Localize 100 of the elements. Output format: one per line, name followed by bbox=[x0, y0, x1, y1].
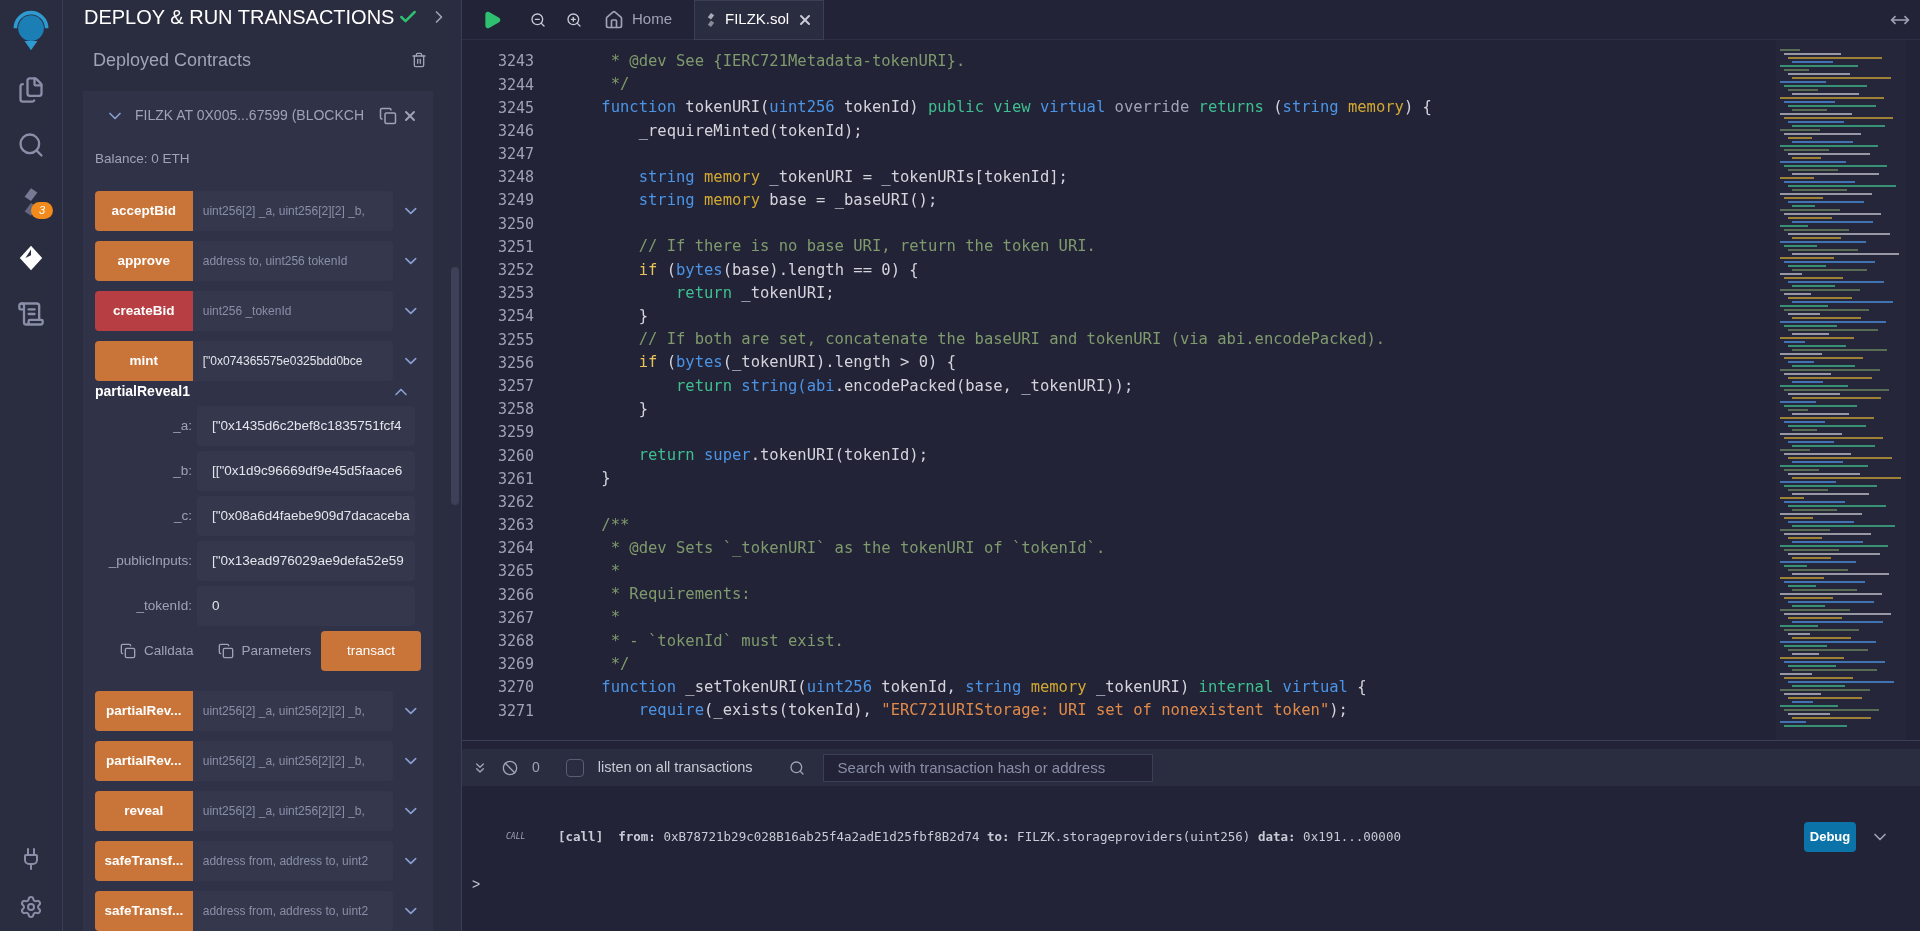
search-field[interactable]: Search with transaction hash or address bbox=[822, 753, 1153, 782]
line-number: 3264 bbox=[496, 538, 534, 560]
line-number: 3256 bbox=[496, 352, 534, 374]
search-icon[interactable] bbox=[17, 131, 45, 159]
code-line: * @dev See {IERC721Metadata-tokenURI}. bbox=[609, 50, 966, 72]
code-line: if (bytes(base).length == 0) { bbox=[637, 259, 919, 281]
zoom-in-icon[interactable] bbox=[566, 11, 582, 28]
code-line: string memory _tokenURI = _tokenURIs[tokenId]; bbox=[637, 166, 1068, 188]
file-explorer-icon[interactable] bbox=[17, 76, 45, 104]
run-icon[interactable] bbox=[482, 9, 502, 30]
line-number: 3252 bbox=[496, 260, 534, 282]
transact-button[interactable]: transact bbox=[321, 631, 421, 671]
function-button[interactable]: safeTransf... bbox=[95, 841, 193, 881]
argument-field[interactable]: uint256[2] _a, uint256[2][2] _b, bbox=[192, 791, 394, 831]
debug-button[interactable]: Debug bbox=[1804, 822, 1856, 852]
argument-field[interactable]: ["0x074365575e0325bdd0bce bbox=[192, 341, 394, 381]
scroll-icon[interactable] bbox=[17, 300, 45, 328]
home-icon bbox=[604, 9, 624, 30]
parameter-field[interactable]: 0 bbox=[197, 586, 415, 626]
line-number: 3254 bbox=[496, 306, 534, 328]
parameter-field[interactable]: ["0x08a6d4faebe909d7dacaceba bbox=[197, 496, 415, 536]
code-line: return super.tokenURI(tokenId); bbox=[637, 445, 928, 467]
balance-text: Balance: 0 ETH bbox=[95, 149, 191, 168]
code-line: /** bbox=[600, 514, 630, 536]
notification-badge: 3 bbox=[31, 202, 53, 219]
parameter-field[interactable]: ["0x13ead976029ae9defa52e59 bbox=[197, 541, 415, 581]
code-line: require(_exists(tokenId), "ERC721URIStorage: URI set of nonexistent token"); bbox=[637, 700, 1348, 722]
copy-icon[interactable] bbox=[217, 643, 234, 659]
code-line: string memory base = _baseURI(); bbox=[637, 190, 938, 212]
search-icon bbox=[788, 759, 805, 776]
function-button[interactable]: approve bbox=[95, 241, 193, 281]
line-number: 3250 bbox=[496, 213, 534, 235]
trash-icon[interactable] bbox=[411, 52, 427, 69]
clear-icon[interactable] bbox=[502, 759, 518, 776]
line-number: 3271 bbox=[496, 700, 534, 722]
parameter-field[interactable]: ["0x1435d6c2bef8c1835751fcf4 bbox=[197, 406, 415, 446]
copy-icon[interactable] bbox=[120, 643, 136, 659]
argument-field[interactable]: address from, address to, uint2 bbox=[192, 841, 394, 881]
listen-label: listen on all transactions bbox=[597, 757, 753, 777]
section-title: Deployed Contracts bbox=[93, 48, 252, 72]
code-line: * - `tokenId` must exist. bbox=[609, 630, 844, 652]
code-line: } bbox=[637, 398, 648, 420]
function-button[interactable]: partialRev... bbox=[95, 741, 193, 781]
parameter-label: _a: bbox=[172, 416, 193, 435]
transaction-count: 0 bbox=[532, 758, 540, 777]
line-number: 3259 bbox=[496, 422, 534, 444]
code-line: */ bbox=[609, 74, 630, 96]
contract-title: FILZK AT 0X005...67599 (BLOCKCH bbox=[135, 106, 365, 126]
argument-field[interactable]: uint256[2] _a, uint256[2][2] _b, bbox=[192, 691, 394, 731]
panel-title: DEPLOY & RUN TRANSACTIONS bbox=[84, 4, 395, 30]
parameter-field[interactable]: [["0x1d9c96669df9e45d5faace6 bbox=[197, 451, 415, 491]
calldata-link[interactable]: Calldata bbox=[144, 640, 194, 662]
line-number: 3263 bbox=[496, 515, 534, 537]
listen-checkbox[interactable] bbox=[565, 758, 584, 777]
argument-field[interactable]: uint256[2] _a, uint256[2][2] _b, bbox=[192, 191, 394, 231]
parameters-link[interactable]: Parameters bbox=[241, 640, 312, 662]
deploy-icon[interactable] bbox=[17, 244, 45, 272]
function-button[interactable]: createBid bbox=[95, 291, 193, 331]
function-button[interactable]: safeTransf... bbox=[95, 891, 193, 931]
code-line: // If there is no base URI, return the token URI. bbox=[637, 236, 1096, 258]
line-number: 3244 bbox=[496, 74, 534, 96]
line-number: 3260 bbox=[496, 445, 534, 467]
line-number: 3247 bbox=[496, 144, 534, 166]
copy-icon[interactable] bbox=[379, 106, 398, 125]
function-button[interactable]: partialRev... bbox=[95, 691, 193, 731]
parameter-label: _c: bbox=[172, 506, 193, 525]
function-name: partialReveal1 bbox=[95, 382, 190, 401]
parameter-label: _b: bbox=[172, 461, 193, 480]
line-number: 3248 bbox=[496, 167, 534, 189]
line-number: 3257 bbox=[496, 375, 534, 397]
editor-tab[interactable]: FILZK.sol bbox=[694, 0, 825, 40]
argument-field[interactable]: address from, address to, uint2 bbox=[192, 891, 394, 931]
code-line: return string(abi.encodePacked(base, _tokenURI)); bbox=[674, 375, 1134, 397]
argument-field[interactable]: uint256 _tokenId bbox=[192, 291, 394, 331]
function-button[interactable]: acceptBid bbox=[95, 191, 193, 231]
code-line: _requireMinted(tokenId); bbox=[637, 120, 863, 142]
line-number: 3266 bbox=[496, 584, 534, 606]
terminal-prompt: > bbox=[472, 875, 482, 894]
code-line: function _setTokenURI(uint256 tokenId, string memory _tokenURI) internal virtual { bbox=[600, 677, 1367, 699]
zoom-out-icon[interactable] bbox=[530, 11, 546, 28]
code-line: return _tokenURI; bbox=[674, 282, 835, 304]
settings-icon[interactable] bbox=[19, 895, 43, 919]
line-number: 3270 bbox=[496, 677, 534, 699]
line-number: 3269 bbox=[496, 654, 534, 676]
parameter-label: _publicInputs: bbox=[107, 551, 193, 570]
line-number: 3258 bbox=[496, 399, 534, 421]
code-line: */ bbox=[609, 653, 630, 675]
editor-tab[interactable]: Home bbox=[594, 0, 682, 40]
function-button[interactable]: reveal bbox=[95, 791, 193, 831]
line-number: 3243 bbox=[496, 51, 534, 73]
line-number: 3246 bbox=[496, 120, 534, 142]
code-line: } bbox=[637, 306, 648, 328]
argument-field[interactable]: uint256[2] _a, uint256[2][2] _b, bbox=[192, 741, 394, 781]
function-button[interactable]: mint bbox=[95, 341, 193, 381]
code-line: } bbox=[600, 468, 611, 490]
code-line: * Requirements: bbox=[609, 584, 751, 606]
call-tag: CALL bbox=[506, 831, 558, 843]
parameter-label: _tokenId: bbox=[135, 596, 193, 615]
solidity-icon bbox=[705, 11, 717, 28]
argument-field[interactable]: address to, uint256 tokenId bbox=[192, 241, 394, 281]
